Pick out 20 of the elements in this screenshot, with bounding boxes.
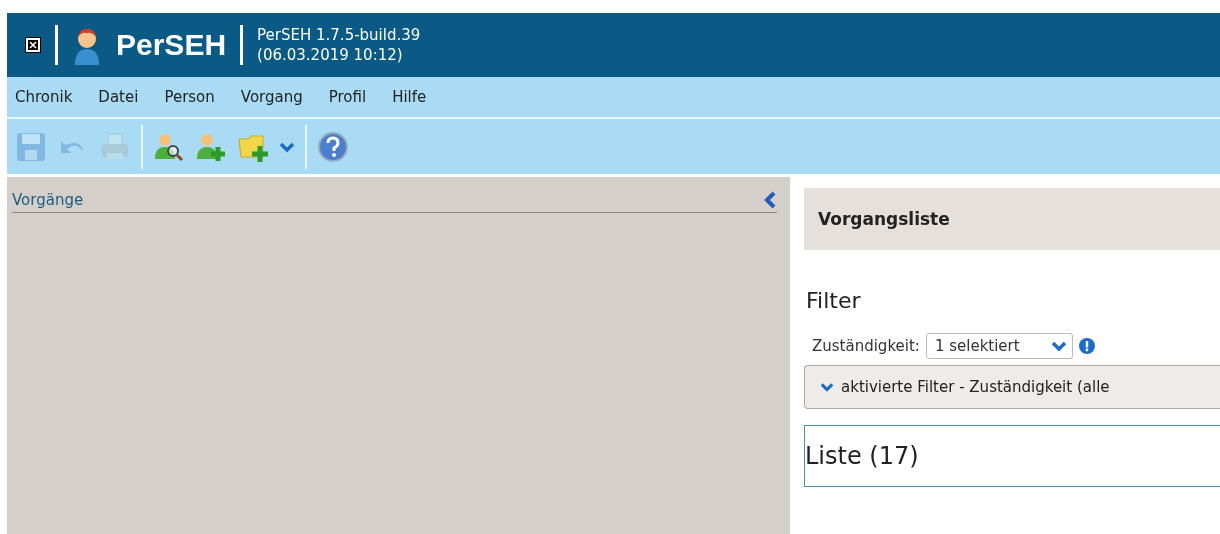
build-date: (06.03.2019 10:12) [257, 46, 404, 64]
menu-item[interactable]: Chronik [7, 88, 89, 106]
collapse-icon[interactable] [763, 191, 777, 209]
section-heading: Filter [806, 288, 862, 313]
panel-title: Vorgänge [12, 191, 84, 209]
menu-item[interactable]: Datei [90, 88, 155, 106]
filter-toggle[interactable]: aktivierte Filter - Zuständigkeit (alle [804, 365, 1220, 409]
select-field[interactable]: 1 selektiert [925, 333, 1073, 359]
info-icon[interactable] [1078, 338, 1095, 354]
panel-title: Vorgangsliste [818, 209, 950, 229]
close-icon[interactable] [25, 37, 41, 53]
list-heading: Liste (17) [805, 442, 919, 470]
help-icon[interactable] [317, 130, 349, 163]
menu-item[interactable]: Vorgang [232, 88, 319, 106]
app-title: PerSEH [116, 28, 227, 62]
version-text: PerSEH 1.7.5-build.39 [257, 26, 421, 44]
menu-item[interactable]: Person [156, 88, 231, 106]
menu-item[interactable]: Profil [320, 88, 383, 106]
menu-item[interactable]: Hilfe [384, 88, 443, 106]
field-label: Zuständigkeit: [812, 337, 920, 355]
